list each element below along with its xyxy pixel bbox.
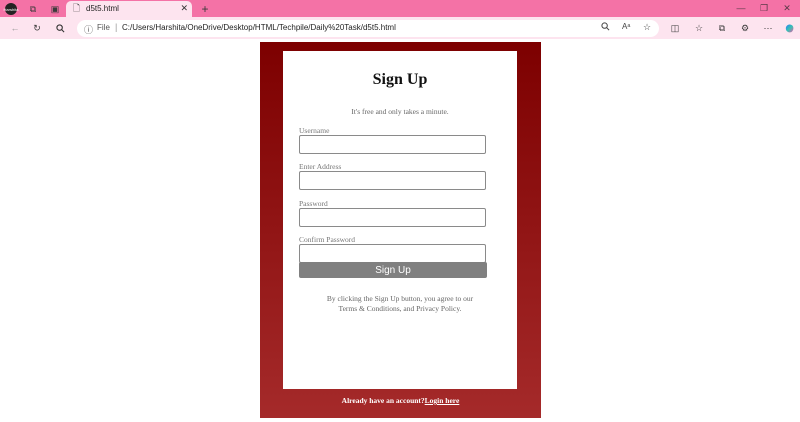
tab-close-icon[interactable]: ✕ (180, 3, 188, 14)
login-prompt: Already have an account?Login here (260, 396, 541, 405)
profile-label: Harshita (3, 6, 19, 12)
minimize-button[interactable]: — (734, 2, 748, 14)
address-bar[interactable]: ⓘ File | C:/Users/Harshita/OneDrive/Desk… (77, 20, 659, 37)
page-title: Sign Up (372, 71, 428, 88)
login-prompt-text: Already have an account? (341, 396, 425, 405)
copilot-icon[interactable] (782, 21, 796, 35)
username-label: Username (299, 126, 330, 135)
restore-button[interactable]: ❐ (757, 2, 771, 14)
scheme-label: File (97, 23, 110, 32)
extensions-icon[interactable]: ⚙ (738, 21, 752, 35)
favorite-star-icon[interactable]: ☆ (643, 22, 651, 33)
terms-line-2: Terms & Conditions, and Privacy Policy. (338, 304, 462, 313)
browser-tab-bar: Harshita ⧉ ▣ 🗋 d5t5.html ✕ + — ❐ ✕ (0, 0, 800, 17)
url-text[interactable]: C:/Users/Harshita/OneDrive/Desktop/HTML/… (122, 23, 396, 32)
confirm-password-label: Confirm Password (299, 235, 356, 244)
signup-card: Sign Up It's free and only takes a minut… (283, 51, 517, 389)
username-input[interactable] (299, 135, 486, 154)
password-input[interactable] (299, 208, 486, 227)
favorites-icon[interactable]: ☆ (692, 21, 706, 35)
login-link[interactable]: Login here (425, 396, 460, 405)
terms-line-1: By clicking the Sign Up button, you agre… (326, 294, 474, 303)
workspaces-icon[interactable]: ⧉ (26, 2, 40, 16)
tab-title: d5t5.html (86, 4, 119, 13)
more-menu-icon[interactable]: ⋯ (761, 21, 775, 35)
sign-up-button[interactable]: Sign Up (299, 262, 487, 278)
read-aloud-icon[interactable]: Aᵃ (622, 22, 630, 31)
password-label: Password (299, 199, 328, 208)
address-input[interactable] (299, 171, 486, 190)
page-viewport: Sign Up It's free and only takes a minut… (0, 39, 800, 422)
terms-text: By clicking the Sign Up button, you agre… (307, 294, 493, 314)
new-tab-button[interactable]: + (198, 2, 212, 16)
search-icon[interactable] (53, 21, 67, 35)
address-separator: | (115, 22, 118, 32)
tab-actions-icon[interactable]: ▣ (48, 2, 62, 16)
confirm-password-input[interactable] (299, 244, 486, 263)
close-window-button[interactable]: ✕ (780, 2, 794, 14)
collections-icon[interactable]: ⧉ (715, 21, 729, 35)
document-icon: 🗋 (72, 3, 81, 13)
signup-panel: Sign Up It's free and only takes a minut… (260, 42, 541, 418)
tab-d5t5[interactable]: 🗋 d5t5.html ✕ (66, 1, 192, 17)
back-icon[interactable]: ← (8, 21, 22, 35)
profile-avatar[interactable]: Harshita (3, 3, 19, 15)
page-subtitle: It's free and only takes a minute. (351, 107, 449, 116)
refresh-icon[interactable]: ↻ (30, 21, 44, 35)
address-label: Enter Address (299, 162, 342, 171)
zoom-icon[interactable] (601, 22, 610, 33)
info-icon[interactable]: ⓘ (84, 23, 93, 36)
split-screen-icon[interactable]: ◫ (668, 21, 682, 35)
